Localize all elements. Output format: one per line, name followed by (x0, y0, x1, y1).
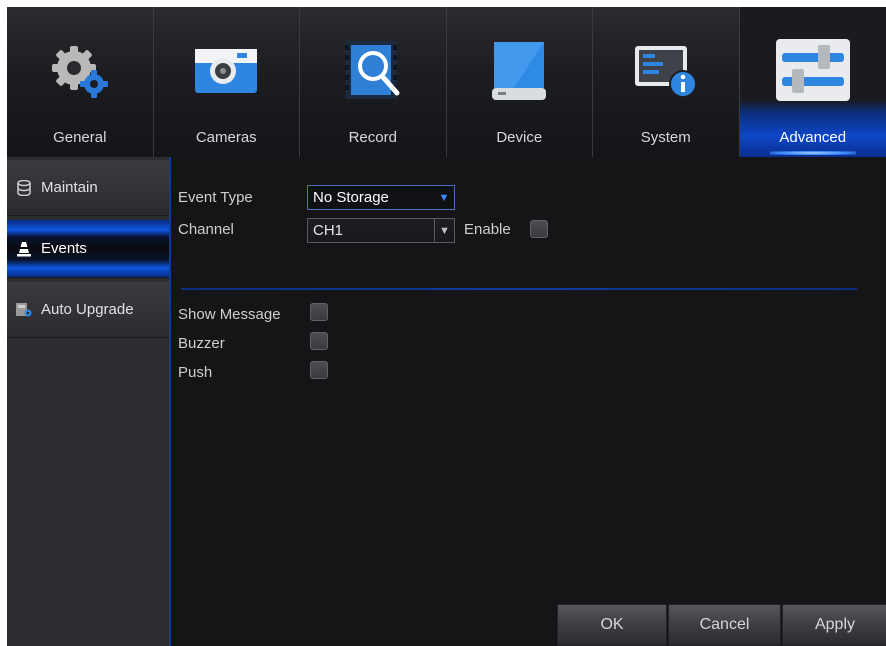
event-type-value: No Storage (313, 189, 389, 206)
upgrade-icon (15, 301, 33, 319)
push-label: Push (178, 364, 213, 381)
show-message-label: Show Message (178, 306, 281, 323)
sidebar-item-label: Events (41, 240, 87, 257)
event-type-select[interactable]: No Storage ▼ (307, 185, 455, 210)
tab-record[interactable]: Record (300, 7, 447, 157)
channel-value: CH1 (313, 222, 344, 239)
tab-label: General (53, 129, 107, 146)
record-search-icon (332, 35, 414, 105)
sidebar-item-label: Maintain (41, 179, 98, 196)
show-message-checkbox[interactable] (310, 303, 328, 321)
main-tab-bar: General Cameras Record Device System Adv… (7, 7, 886, 157)
section-divider (181, 288, 857, 290)
tab-label: Device (496, 129, 543, 146)
tab-advanced[interactable]: Advanced (739, 7, 886, 157)
channel-select[interactable]: CH1 ▼ (307, 218, 455, 243)
tab-general[interactable]: General (7, 7, 154, 157)
dvr-menu-window: General Cameras Record Device System Adv… (7, 7, 886, 646)
warning-cone-icon (15, 240, 33, 258)
tab-label: Record (348, 129, 397, 146)
sidebar-item-auto-upgrade[interactable]: Auto Upgrade (7, 282, 169, 338)
apply-button[interactable]: Apply (782, 604, 886, 646)
system-info-icon (625, 35, 707, 105)
sidebar: Maintain Events Auto Upgrade (7, 157, 169, 646)
sliders-icon (772, 35, 854, 105)
tab-label: Advanced (779, 129, 847, 146)
hard-drive-icon (478, 35, 560, 105)
database-icon (15, 179, 33, 197)
chevron-down-icon: ▼ (434, 219, 454, 242)
camera-icon (185, 35, 267, 105)
tab-cameras[interactable]: Cameras (154, 7, 300, 157)
buzzer-label: Buzzer (178, 335, 225, 352)
tab-label: Cameras (195, 129, 257, 146)
enable-checkbox[interactable] (530, 220, 548, 238)
enable-label: Enable (464, 221, 511, 238)
tab-system[interactable]: System (593, 7, 740, 157)
cancel-button[interactable]: Cancel (668, 604, 781, 646)
sidebar-item-events[interactable]: Events (7, 220, 169, 278)
gears-icon (39, 35, 121, 105)
tab-label: System (640, 129, 691, 146)
tab-device[interactable]: Device (447, 7, 593, 157)
sidebar-item-maintain[interactable]: Maintain (7, 160, 169, 216)
channel-label: Channel (178, 221, 234, 238)
ok-button[interactable]: OK (557, 604, 667, 646)
chevron-down-icon: ▼ (438, 191, 450, 204)
sidebar-item-label: Auto Upgrade (41, 301, 134, 318)
buzzer-checkbox[interactable] (310, 332, 328, 350)
event-type-label: Event Type (178, 189, 253, 206)
push-checkbox[interactable] (310, 361, 328, 379)
events-panel: Event Type No Storage ▼ Channel CH1 ▼ En… (169, 157, 886, 646)
